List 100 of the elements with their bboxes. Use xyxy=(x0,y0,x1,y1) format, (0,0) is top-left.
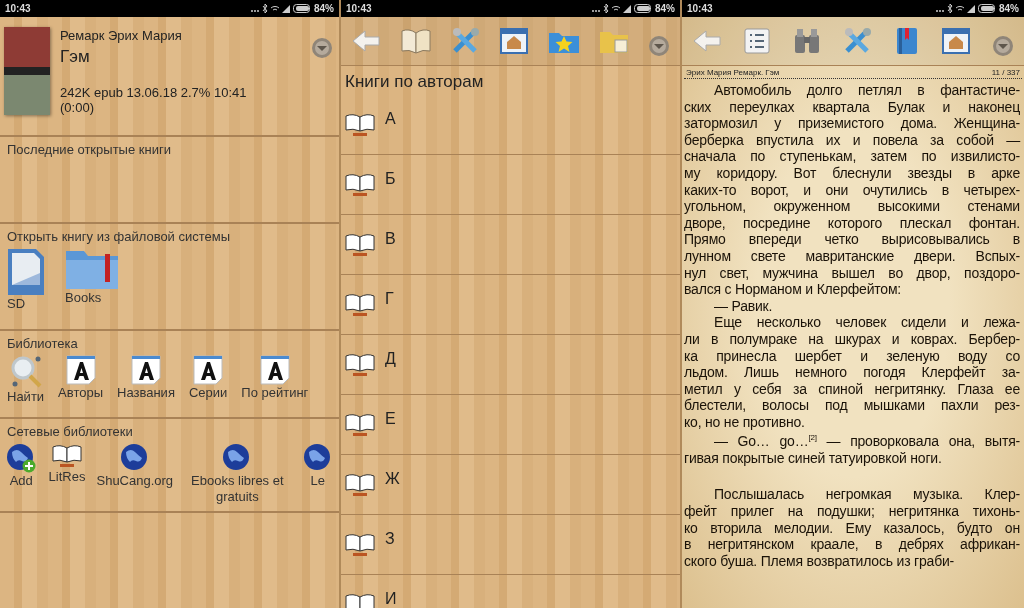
binoculars-icon[interactable] xyxy=(792,27,821,55)
dropdown-icon[interactable] xyxy=(991,35,1014,57)
shortcut-label[interactable]: Le xyxy=(310,473,325,489)
open-book-icon xyxy=(345,171,375,198)
dropdown-icon[interactable] xyxy=(647,35,670,57)
open-book-icon xyxy=(345,471,375,498)
text-line: метил у себя за спиной негритянку. Глаза ее xyxy=(684,380,1020,398)
text-line: Послышалась негромкая музыка. Клер- xyxy=(713,486,1020,503)
home-window-icon[interactable] xyxy=(941,28,970,54)
author-letter-row[interactable]: Д xyxy=(341,335,680,395)
shortcut-label[interactable]: Ebooks libres et gratuits xyxy=(185,473,290,505)
battery-percent: 84% xyxy=(999,3,1019,14)
globe-icon xyxy=(119,443,150,473)
letter-label: З xyxy=(385,529,395,548)
letter-label: Е xyxy=(385,409,396,428)
globe-icon xyxy=(302,443,333,473)
text-line: — Go… go…$^{[2]}$ — проворковала она, вытя- xyxy=(713,432,1020,450)
text-line: ли в полумраке на шкурах и коврах. Бербер- xyxy=(684,330,1020,348)
back-arrow-icon[interactable] xyxy=(351,28,381,54)
shortcut-label[interactable]: Названия xyxy=(117,385,175,401)
book-author: Ремарк Эрих Мария xyxy=(60,28,183,43)
dropdown-icon[interactable] xyxy=(311,37,333,59)
letter-a-icon xyxy=(130,355,161,385)
text-line: берберка впустила их и повела за собой — xyxy=(684,131,1020,149)
globe-plus-icon xyxy=(6,443,37,473)
clock-time: 10:43 xyxy=(687,3,713,14)
letter-a-icon xyxy=(65,355,96,385)
tools-icon[interactable] xyxy=(843,27,873,55)
letter-label: Б xyxy=(385,169,396,188)
book-title: Эрих Мария Ремарк. Гэм xyxy=(686,68,780,77)
page-number: 11 / 337 xyxy=(991,68,1020,77)
letter-label: Д xyxy=(385,349,396,368)
author-letter-row[interactable]: И xyxy=(341,575,680,608)
open-book-icon xyxy=(345,291,375,318)
open-book-icon xyxy=(345,231,375,258)
sd-card-icon xyxy=(7,248,45,296)
text-line: ко вторила мелодии. Ему казалось, будто он xyxy=(684,519,1020,537)
list-title: Книги по авторам xyxy=(344,71,485,93)
open-book-icon xyxy=(345,531,375,558)
author-letter-row[interactable]: Е xyxy=(341,395,680,455)
book-title: Гэм xyxy=(60,47,91,67)
shortcut-label[interactable]: Найти xyxy=(7,389,45,405)
author-letter-row[interactable]: А xyxy=(341,95,680,155)
home-window-icon[interactable] xyxy=(500,28,529,54)
shortcut-label[interactable]: LitRes xyxy=(48,469,86,485)
text-line: лунном свете мавританские двери. Вспых- xyxy=(684,247,1020,265)
letter-a-icon xyxy=(259,355,290,385)
battery-percent: 84% xyxy=(655,3,675,14)
book-details: 242K epub 13.06.18 2.7% 10:41 (0:00) xyxy=(60,85,248,115)
text-line: нул свет, мужчина вышел во двор, поздоро- xyxy=(684,264,1020,282)
text-line: — Равик. xyxy=(713,297,774,315)
author-letter-row[interactable]: Б xyxy=(341,155,680,215)
signal-icons xyxy=(250,3,290,14)
shortcut-label[interactable]: По рейтинг xyxy=(241,385,309,401)
letter-label: Ж xyxy=(385,469,400,488)
battery-icon xyxy=(293,4,311,13)
section-title: Последние открытые книги xyxy=(7,142,172,157)
letter-label: А xyxy=(385,109,396,128)
open-book-icon xyxy=(345,411,375,438)
author-letter-row[interactable]: Г xyxy=(341,275,680,335)
signal-icons xyxy=(935,3,975,14)
text-line: му коридору. Вот блеснули звезды в арке xyxy=(684,164,1020,182)
book-cover-placeholder[interactable] xyxy=(4,27,50,115)
clock-time: 10:43 xyxy=(346,3,372,14)
text-line: в негритянском краале, в дебрях африкан- xyxy=(684,536,1020,553)
battery-icon xyxy=(634,4,652,13)
text-line: каких-то ворот, и они очутились в четырех- xyxy=(684,181,1020,199)
shortcut-label[interactable]: SD xyxy=(7,296,26,312)
shortcut-label[interactable]: ShuCang.org xyxy=(96,473,174,489)
text-line: Еще несколько человек сидели и лежа- xyxy=(713,314,1020,331)
signal-icons xyxy=(591,3,631,14)
letter-label: И xyxy=(385,589,397,608)
author-letter-row[interactable]: Ж xyxy=(341,455,680,515)
list-icon[interactable] xyxy=(744,28,771,54)
author-letter-row[interactable]: В xyxy=(341,215,680,275)
text-line: угольном, окруженном высокими стенами xyxy=(684,198,1020,215)
shortcut-label[interactable]: Авторы xyxy=(58,385,103,401)
text-line: льдом. Лишь немного погодя Клерфейт за- xyxy=(684,364,1020,381)
open-book-icon xyxy=(345,111,375,138)
open-book-icon[interactable] xyxy=(400,27,433,55)
letter-label: В xyxy=(385,229,396,248)
open-book-icon xyxy=(345,351,375,378)
clock-time: 10:43 xyxy=(5,3,31,14)
text-line: ко, но не противно. xyxy=(684,413,806,431)
bookmark-book-icon[interactable] xyxy=(895,27,920,55)
author-letter-row[interactable]: З xyxy=(341,515,680,575)
shortcut-label[interactable]: Add xyxy=(9,473,33,489)
text-line: ского буша. Племя возвратилось из граби- xyxy=(684,552,956,570)
text-line: блестели, волосы под мышками пахли рез- xyxy=(684,397,1020,414)
shortcut-label[interactable]: Books xyxy=(65,290,102,306)
text-line: Прямо впереди четко вырисовывались в xyxy=(684,231,1020,248)
section-title: Сетевые библиотеки xyxy=(7,424,134,439)
battery-percent: 84% xyxy=(314,3,334,14)
text-line: ских переулках квартала Булак и наконец xyxy=(684,98,1020,116)
shortcut-label[interactable]: Серии xyxy=(188,385,228,401)
text-line: ка принесла шербет и зеленую воду со xyxy=(684,347,1020,365)
text-line: сначала по ступенькам, затем по извилисто- xyxy=(684,148,1020,165)
text-line: Автомобиль долго петлял в фантастиче- xyxy=(713,82,1020,99)
folder-icon xyxy=(65,248,119,290)
text-line: гивая покрытые синей татуировкой ноги. xyxy=(684,449,943,467)
